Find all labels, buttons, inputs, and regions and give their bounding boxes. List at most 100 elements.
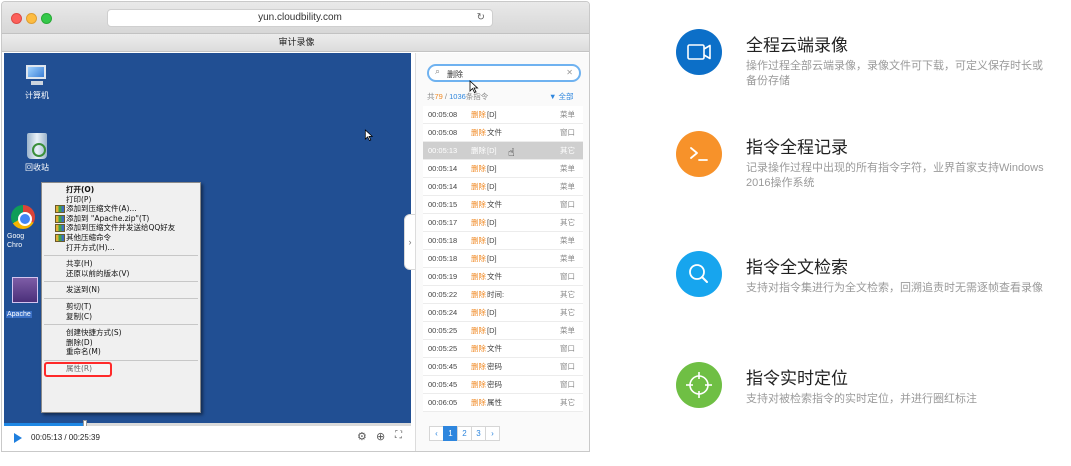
desktop-icon-label: Apache <box>6 311 32 318</box>
feature-description: 支持对指令集进行为全文检索，回溯追责时无需逐帧查看录像 <box>746 282 1043 294</box>
menu-item-copy[interactable]: 复制(C) <box>42 312 200 322</box>
filter-dropdown[interactable]: ▼ 全部 <box>549 91 574 102</box>
stats-total-count: 1036 <box>449 92 466 101</box>
menu-item-add-archive[interactable]: 添加到压缩文件(A)... <box>42 204 200 214</box>
desktop-icon-chrome[interactable]: Goog Chro <box>7 205 41 250</box>
play-icon[interactable] <box>14 433 22 443</box>
feature-description: 操作过程全部云端录像，录像文件可下载，可定义保存时长或备份存储 <box>746 60 1043 87</box>
command-search-input[interactable]: ⌕ 删除 ✕ <box>427 64 581 82</box>
maximize-window-button[interactable] <box>41 13 52 24</box>
zoom-icon[interactable]: ⊕ <box>376 430 385 443</box>
winrar-icon <box>55 214 65 223</box>
minimize-window-button[interactable] <box>26 13 37 24</box>
command-row[interactable]: 00:05:25 删除 [D] 菜单 <box>423 322 583 340</box>
menu-item-cut[interactable]: 剪切(T) <box>42 302 200 312</box>
command-row[interactable]: 00:05:13 删除 [D] 其它 ☝ <box>423 142 583 160</box>
menu-item-share[interactable]: 共享(H) <box>42 259 200 269</box>
command-text: 文件 <box>487 272 502 281</box>
command-category: 窗口 <box>560 362 575 371</box>
menu-item-label: 添加到压缩文件(A)... <box>66 204 137 214</box>
pager-page-button[interactable]: 2 <box>457 426 472 441</box>
command-row[interactable]: 00:05:18 删除 [D] 菜单 <box>423 232 583 250</box>
command-text: [D] <box>487 146 497 155</box>
command-row[interactable]: 00:05:15 删除 文件 窗口 <box>423 196 583 214</box>
command-time: 00:05:45 <box>428 362 458 371</box>
command-row[interactable]: 00:05:18 删除 [D] 菜单 <box>423 250 583 268</box>
menu-item-create-shortcut[interactable]: 创建快捷方式(S) <box>42 328 200 338</box>
desktop-icon-label: Goog Chro <box>7 233 25 249</box>
feature-title: 指令全程记录 <box>746 138 848 157</box>
fullscreen-icon[interactable]: ⛶ <box>395 430 402 441</box>
feature-icon-circle <box>676 131 722 177</box>
reload-icon[interactable]: ↻ <box>477 10 485 26</box>
desktop-icon-label: 回收站 <box>25 163 49 172</box>
command-category: 窗口 <box>560 128 575 137</box>
chrome-icon <box>11 205 35 229</box>
command-category: 窗口 <box>560 272 575 281</box>
command-row[interactable]: 00:05:25 删除 文件 窗口 <box>423 340 583 358</box>
pager-page-button[interactable]: 1 <box>443 426 458 441</box>
url-text: yun.cloudbility.com <box>258 12 342 23</box>
clear-icon[interactable]: ✕ <box>566 68 573 77</box>
command-row[interactable]: 00:05:22 删除 时间: 其它 <box>423 286 583 304</box>
command-row[interactable]: 00:05:08 删除 [D] 菜单 <box>423 106 583 124</box>
feature-title: 指令实时定位 <box>746 369 848 388</box>
command-row[interactable]: 00:05:08 删除 文件 窗口 <box>423 124 583 142</box>
pager-page-button[interactable]: 3 <box>471 426 486 441</box>
menu-item-rename[interactable]: 重命名(M) <box>42 347 200 357</box>
recycle-bin-icon <box>27 133 47 159</box>
mouse-pointer-icon <box>364 129 374 141</box>
command-row[interactable]: 00:05:24 删除 [D] 其它 <box>423 304 583 322</box>
menu-item-delete[interactable]: 删除(D) <box>42 338 200 348</box>
settings-icon[interactable]: ⚙ <box>357 430 367 443</box>
menu-item-open[interactable]: 打开(O) <box>42 185 200 195</box>
search-icon <box>689 264 708 283</box>
menu-item-restore[interactable]: 还原以前的版本(V) <box>42 269 200 279</box>
command-text: 密码 <box>487 362 502 371</box>
command-row[interactable]: 00:05:17 删除 [D] 其它 <box>423 214 583 232</box>
command-keyword: 删除 <box>471 290 486 299</box>
feature-icon-circle <box>676 251 722 297</box>
winrar-icon <box>55 233 65 242</box>
command-panel: ⌕ 删除 ✕ 共79 / 1036条指令 ▼ 全部 00:05:08 删除 [D] 菜… <box>415 53 589 451</box>
command-time: 00:05:15 <box>428 200 458 209</box>
command-keyword: 删除 <box>471 344 486 353</box>
command-row[interactable]: 00:05:45 删除 密码 窗口 <box>423 376 583 394</box>
menu-item-send-to[interactable]: 发送到(N) <box>42 285 200 295</box>
search-stats: 共79 / 1036条指令 <box>427 91 488 102</box>
close-window-button[interactable] <box>11 13 22 24</box>
command-row[interactable]: 00:05:14 删除 [D] 菜单 <box>423 178 583 196</box>
pager-next-button[interactable]: › <box>485 426 500 441</box>
command-category: 其它 <box>560 290 575 299</box>
command-row[interactable]: 00:05:19 删除 文件 窗口 <box>423 268 583 286</box>
command-keyword: 删除 <box>471 380 486 389</box>
command-keyword: 删除 <box>471 110 486 119</box>
command-time: 00:05:18 <box>428 254 458 263</box>
command-category: 其它 <box>560 308 575 317</box>
menu-item-print[interactable]: 打印(P) <box>42 195 200 205</box>
player-controls: 00:05:13 / 00:25:39 ⚙ ⊕ ⛶ <box>4 426 414 450</box>
pager-prev-button[interactable]: ‹ <box>429 426 444 441</box>
command-text: 密码 <box>487 380 502 389</box>
command-category: 其它 <box>560 218 575 227</box>
menu-item-open-with[interactable]: 打开方式(H)... <box>42 243 200 253</box>
command-list: 00:05:08 删除 [D] 菜单 00:05:08 删除 文件 窗口 00:05:13 删除[… <box>423 106 583 412</box>
command-category: 菜单 <box>560 236 575 245</box>
desktop-icon-recycle-bin[interactable]: 回收站 <box>10 133 64 173</box>
menu-item-other-compress[interactable]: 其他压缩命令 <box>42 233 200 243</box>
command-time: 00:05:25 <box>428 344 458 353</box>
desktop-icon-zip[interactable]: Apache <box>6 277 42 321</box>
command-keyword: 删除 <box>471 164 486 173</box>
menu-separator <box>44 359 198 361</box>
menu-separator <box>44 281 198 283</box>
command-keyword: 删除 <box>471 218 486 227</box>
command-row[interactable]: 00:05:45 删除 密码 窗口 <box>423 358 583 376</box>
command-time: 00:05:22 <box>428 290 458 299</box>
command-row[interactable]: 00:05:14 删除 [D] 菜单 <box>423 160 583 178</box>
menu-item-add-apache-zip[interactable]: 添加到 "Apache.zip"(T) <box>42 214 200 224</box>
command-row[interactable]: 00:06:05 删除 属性 其它 <box>423 394 583 412</box>
desktop-icon-computer[interactable]: 计算机 <box>10 63 64 101</box>
command-category: 窗口 <box>560 200 575 209</box>
menu-item-add-send-qq[interactable]: 添加到压缩文件并发送给QQ好友 <box>42 223 200 233</box>
address-bar[interactable]: yun.cloudbility.com ↻ <box>107 9 493 27</box>
